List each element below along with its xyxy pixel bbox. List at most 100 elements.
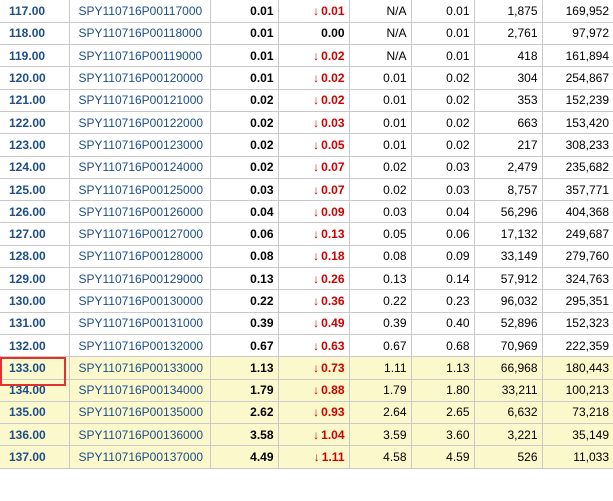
option-symbol-link[interactable]: SPY110716P00127000 — [79, 227, 204, 241]
bid-price: N/A — [349, 0, 412, 23]
option-symbol-link[interactable]: SPY110716P00117000 — [79, 4, 203, 18]
symbol-cell: SPY110716P00137000 — [69, 445, 211, 469]
strike-link[interactable]: 117.00 — [9, 4, 45, 18]
strike-cell: 126.00 — [0, 200, 70, 224]
strike-link[interactable]: 133.00 — [9, 361, 46, 375]
strike-link[interactable]: 123.00 — [9, 138, 46, 152]
bid-price: 0.01 — [349, 89, 412, 112]
open-interest: 153,420 — [542, 111, 613, 135]
strike-link[interactable]: 137.00 — [9, 450, 46, 464]
option-symbol-link[interactable]: SPY110716P00135000 — [79, 405, 204, 419]
open-interest: 249,687 — [542, 222, 613, 246]
option-symbol-link[interactable]: SPY110716P00133000 — [79, 361, 204, 375]
last-price: 0.08 — [210, 245, 279, 269]
strike-cell: 127.00 — [0, 222, 70, 246]
strike-link[interactable]: 130.00 — [9, 294, 46, 308]
change-value: 0.03 — [321, 115, 345, 130]
options-table-body: 117.00 SPY110716P00117000 0.01 ↓ 0.01 N/A 0.01… — [0, 0, 613, 469]
open-interest: 308,233 — [542, 133, 613, 157]
option-symbol-link[interactable]: SPY110716P00120000 — [79, 71, 204, 85]
last-price: 0.22 — [210, 289, 279, 313]
bid-price: 0.02 — [349, 156, 412, 179]
option-symbol-link[interactable]: SPY110716P00126000 — [79, 205, 204, 219]
option-symbol-link[interactable]: SPY110716P00132000 — [79, 339, 204, 353]
last-price: 1.79 — [210, 379, 279, 402]
price-change: ↓ 0.36 — [278, 289, 350, 313]
bid-price: 0.01 — [349, 66, 412, 90]
strike-link[interactable]: 125.00 — [9, 183, 46, 197]
ask-price: 3.60 — [411, 423, 475, 447]
ask-price: 0.03 — [411, 156, 475, 179]
last-price: 4.49 — [210, 445, 279, 469]
ask-price: 0.01 — [411, 22, 475, 46]
price-change: ↓ 0.73 — [278, 356, 350, 380]
last-price: 0.06 — [210, 222, 279, 246]
strike-link[interactable]: 118.00 — [9, 26, 45, 40]
ask-price: 0.01 — [411, 0, 475, 23]
volume: 2,761 — [474, 22, 543, 46]
option-symbol-link[interactable]: SPY110716P00121000 — [79, 93, 204, 107]
bid-price: 1.79 — [349, 379, 412, 402]
option-symbol-link[interactable]: SPY110716P00118000 — [79, 26, 203, 40]
strike-link[interactable]: 135.00 — [9, 405, 46, 419]
open-interest: 254,867 — [542, 66, 613, 90]
down-arrow-icon: ↓ — [313, 271, 320, 286]
strike-cell: 131.00 — [0, 312, 70, 335]
strike-link[interactable]: 129.00 — [9, 272, 46, 286]
option-symbol-link[interactable]: SPY110716P00134000 — [79, 383, 204, 397]
price-change: ↓ 0.01 — [278, 0, 350, 23]
strike-link[interactable]: 136.00 — [9, 428, 46, 442]
volume: 56,296 — [474, 200, 543, 224]
option-symbol-link[interactable]: SPY110716P00129000 — [79, 272, 204, 286]
bid-price: 1.11 — [349, 356, 412, 380]
strike-link[interactable]: 132.00 — [9, 339, 46, 353]
option-symbol-link[interactable]: SPY110716P00125000 — [79, 183, 204, 197]
volume: 1,875 — [474, 0, 543, 23]
option-row: 121.00 SPY110716P00121000 0.02 ↓ 0.02 0.01 0.0… — [0, 89, 613, 112]
down-arrow-icon: ↓ — [313, 3, 320, 18]
change-value: 0.07 — [321, 182, 345, 197]
price-change: ↓ 0.88 — [278, 379, 350, 402]
down-arrow-icon: ↓ — [313, 182, 320, 197]
option-row: 132.00 SPY110716P00132000 0.67 ↓ 0.63 0.67 0.6… — [0, 334, 613, 358]
down-arrow-icon: ↓ — [313, 383, 320, 398]
ask-price: 0.02 — [411, 133, 475, 157]
strike-link[interactable]: 121.00 — [9, 93, 46, 107]
ask-price: 2.65 — [411, 401, 475, 425]
price-change: ↓ 0.07 — [278, 178, 350, 202]
symbol-cell: SPY110716P00131000 — [69, 312, 211, 335]
open-interest: 35,149 — [542, 423, 613, 447]
strike-link[interactable]: 128.00 — [9, 249, 46, 263]
bid-price: 0.05 — [349, 222, 412, 246]
ask-price: 0.02 — [411, 89, 475, 112]
change-value: 0.63 — [321, 338, 345, 353]
strike-link[interactable]: 119.00 — [9, 49, 45, 63]
option-symbol-link[interactable]: SPY110716P00124000 — [79, 160, 204, 174]
last-price: 0.01 — [210, 44, 279, 68]
option-symbol-link[interactable]: SPY110716P00136000 — [79, 428, 204, 442]
option-symbol-link[interactable]: SPY110716P00131000 — [79, 316, 204, 330]
strike-link[interactable]: 126.00 — [9, 205, 46, 219]
volume: 17,132 — [474, 222, 543, 246]
symbol-cell: SPY110716P00136000 — [69, 423, 211, 447]
strike-link[interactable]: 124.00 — [9, 160, 46, 174]
option-symbol-link[interactable]: SPY110716P00130000 — [79, 294, 204, 308]
bid-price: 0.02 — [349, 178, 412, 202]
volume: 8,757 — [474, 178, 543, 202]
option-symbol-link[interactable]: SPY110716P00119000 — [79, 49, 203, 63]
option-symbol-link[interactable]: SPY110716P00137000 — [79, 450, 204, 464]
strike-cell: 120.00 — [0, 66, 70, 90]
open-interest: 324,763 — [542, 267, 613, 291]
strike-link[interactable]: 131.00 — [9, 316, 46, 330]
strike-link[interactable]: 127.00 — [9, 227, 46, 241]
price-change: ↓ 0.93 — [278, 401, 350, 425]
strike-link[interactable]: 134.00 — [9, 383, 46, 397]
option-symbol-link[interactable]: SPY110716P00123000 — [79, 138, 204, 152]
option-symbol-link[interactable]: SPY110716P00128000 — [79, 249, 204, 263]
bid-price: 0.13 — [349, 267, 412, 291]
strike-link[interactable]: 122.00 — [9, 116, 46, 130]
put-options-table: 117.00 SPY110716P00117000 0.01 ↓ 0.01 N/A 0.01… — [0, 0, 613, 469]
option-symbol-link[interactable]: SPY110716P00122000 — [79, 116, 204, 130]
volume: 6,632 — [474, 401, 543, 425]
strike-link[interactable]: 120.00 — [9, 71, 46, 85]
